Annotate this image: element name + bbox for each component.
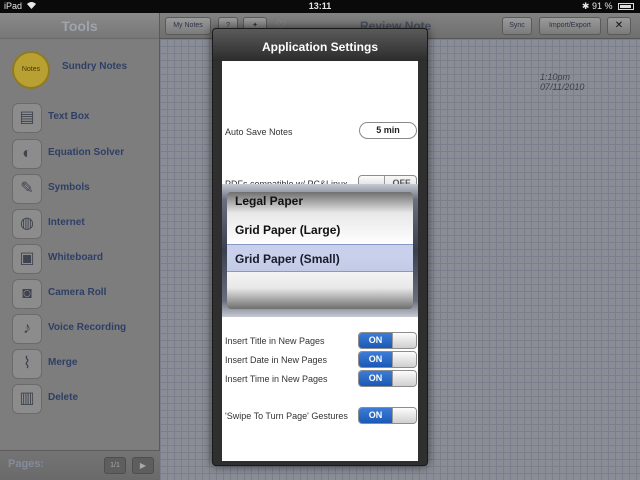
insert-title-toggle[interactable]: ON [358,332,417,349]
battery-percent: 91 % [591,1,613,11]
my-notes-button[interactable]: My Notes [165,17,211,35]
toggle-knob [392,408,416,423]
toggle-knob [392,333,416,348]
status-bar: iPad 13:11 ✱ 91 % [0,0,640,13]
auto-save-label: Auto Save Notes [225,127,293,137]
paperclip-icon: ⌇ [12,349,42,379]
insert-title-label: Insert Title in New Pages [225,336,325,346]
sidebar-item-label: Internet [48,217,85,228]
sidebar-item-label: Sundry Notes [62,61,128,72]
toggle-state: ON [359,371,392,386]
paper-option-grid-large[interactable]: Grid Paper (Large) [227,216,413,244]
battery-icon [618,3,634,10]
toggle-state: ON [359,333,392,348]
pages-label: Pages: [8,458,45,470]
wrench-icon: ✎ [12,174,42,204]
paper-option-legal[interactable]: Legal Paper [227,192,413,215]
pages-bar: Pages: 1/1 ▶ [0,450,160,480]
sidebar-item-internet[interactable]: ◍ Internet [12,209,158,241]
swipe-toggle[interactable]: ON [358,407,417,424]
paper-option-grid-small[interactable]: Grid Paper (Small) [227,244,413,272]
sidebar-item-sundry-notes[interactable]: Notes Sundry Notes [12,51,158,89]
note-time: 1:10pm [540,72,571,82]
insert-date-label: Insert Date in New Pages [225,355,328,365]
status-time: 13:11 [308,1,332,11]
sidebar-item-equation-solver[interactable]: ◐ Equation Solver [12,139,158,171]
dial-icon: ◐ [12,139,42,169]
globe-icon: ◍ [12,209,42,239]
sidebar-item-label: Equation Solver [48,147,125,158]
sidebar-item-text-box[interactable]: ▤ Text Box [12,103,158,135]
sidebar-item-whiteboard[interactable]: ▣ Whiteboard [12,244,158,276]
next-page-button[interactable]: ▶ [132,457,154,474]
insert-time-row: Insert Time in New Pages ON [222,369,418,389]
insert-time-toggle[interactable]: ON [358,370,417,387]
insert-date-row: Insert Date in New Pages ON [222,350,418,370]
sidebar-item-label: Camera Roll [48,287,107,298]
sidebar-item-label: Voice Recording [48,322,127,333]
sidebar-title: Tools [0,13,159,39]
sundry-notes-logo: Notes [12,51,50,89]
insert-title-row: Insert Title in New Pages ON [222,331,418,351]
sync-button[interactable]: Sync [502,17,532,35]
sidebar-item-voice-recording[interactable]: ♪ Voice Recording [12,314,158,346]
settings-body: Auto Save Notes 5 min PDFs compatible w/… [222,61,418,461]
page-number-button[interactable]: 1/1 [104,457,126,474]
toggle-state: ON [359,408,392,423]
status-right: ✱ 91 % [582,1,634,12]
toggle-knob [392,371,416,386]
paper-wheel[interactable]: Legal Paper Grid Paper (Large) Grid Pape… [227,192,413,309]
tools-sidebar: Tools Notes Sundry Notes ▤ Text Box ◐ Eq… [0,13,160,480]
sidebar-item-label: Merge [48,357,78,368]
sidebar-item-symbols[interactable]: ✎ Symbols [12,174,158,206]
auto-save-field[interactable]: 5 min [359,122,417,139]
bluetooth-icon: ✱ [581,1,590,11]
sidebar-item-merge[interactable]: ⌇ Merge [12,349,158,381]
import-export-button[interactable]: Import/Export [539,17,601,35]
close-icon: ✕ [614,20,624,31]
note-timestamp: 1:10pm 07/11/2010 [540,72,584,92]
swipe-row: 'Swipe To Turn Page' Gestures ON [222,406,418,426]
insert-time-label: Insert Time in New Pages [225,374,328,384]
insert-date-toggle[interactable]: ON [358,351,417,368]
modal-title: Application Settings [213,29,427,61]
camera-icon: ◙ [12,279,42,309]
toggle-knob [392,352,416,367]
done-button[interactable]: Done [385,439,415,453]
sidebar-item-label: Symbols [48,182,90,193]
sidebar-item-label: Text Box [48,111,90,122]
auto-save-row: Auto Save Notes 5 min [222,122,418,142]
note-date: 07/11/2010 [540,82,585,92]
sidebar-item-delete[interactable]: ▥ Delete [12,384,158,416]
whiteboard-icon: ▣ [12,244,42,274]
swipe-label: 'Swipe To Turn Page' Gestures [225,411,348,421]
sidebar-item-label: Whiteboard [48,252,103,263]
sidebar-item-label: Delete [48,392,79,403]
sidebar-item-camera-roll[interactable]: ◙ Camera Roll [12,279,158,311]
settings-modal: Application Settings Auto Save Notes 5 m… [212,28,428,466]
trash-icon: ▥ [12,384,42,414]
paper-picker[interactable]: Legal Paper Grid Paper (Large) Grid Pape… [222,184,418,317]
toggle-state: ON [359,352,392,367]
music-note-icon: ♪ [12,314,42,344]
notepad-icon: ▤ [12,103,42,133]
close-button[interactable]: ✕ [607,17,631,35]
